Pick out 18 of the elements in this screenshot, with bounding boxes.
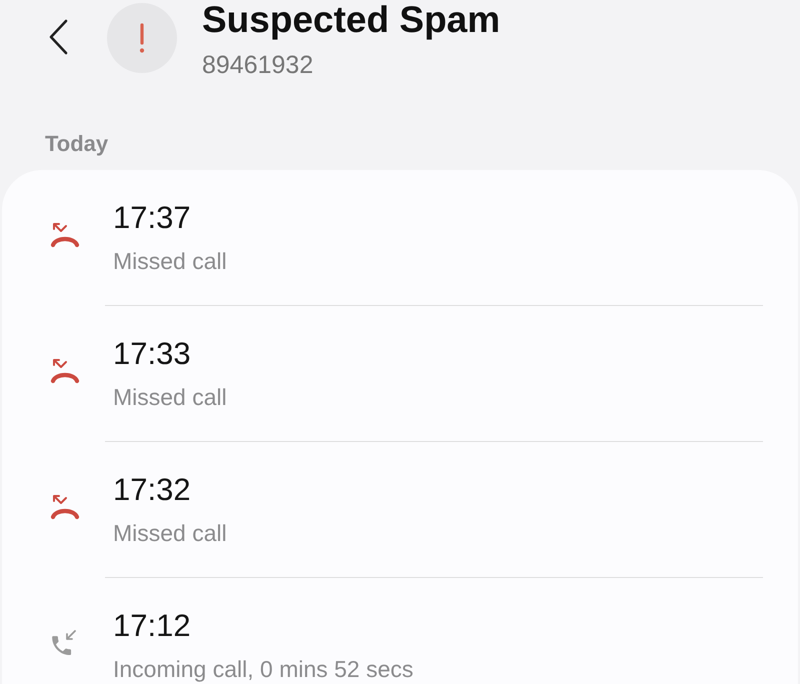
missed-call-icon [49,222,81,250]
chevron-left-icon [48,19,68,55]
back-button[interactable] [48,19,68,55]
call-time: 17:33 [113,337,192,371]
call-description: Missed call [113,383,228,411]
missed-call-icon [49,358,81,386]
call-description: Missed call [113,519,228,547]
call-description: Missed call [113,247,228,275]
contact-title: Suspected Spam [202,0,500,40]
exclamation-avatar-icon [107,3,177,73]
section-label: Today [45,131,108,157]
phone-number: 89461932 [202,50,314,80]
missed-call-icon [49,494,81,522]
call-description: Incoming call, 0 mins 52 secs [113,655,414,683]
incoming-call-icon [49,630,77,658]
call-time: 17:12 [113,609,192,643]
call-time: 17:32 [113,473,192,507]
call-time: 17:37 [113,201,192,235]
